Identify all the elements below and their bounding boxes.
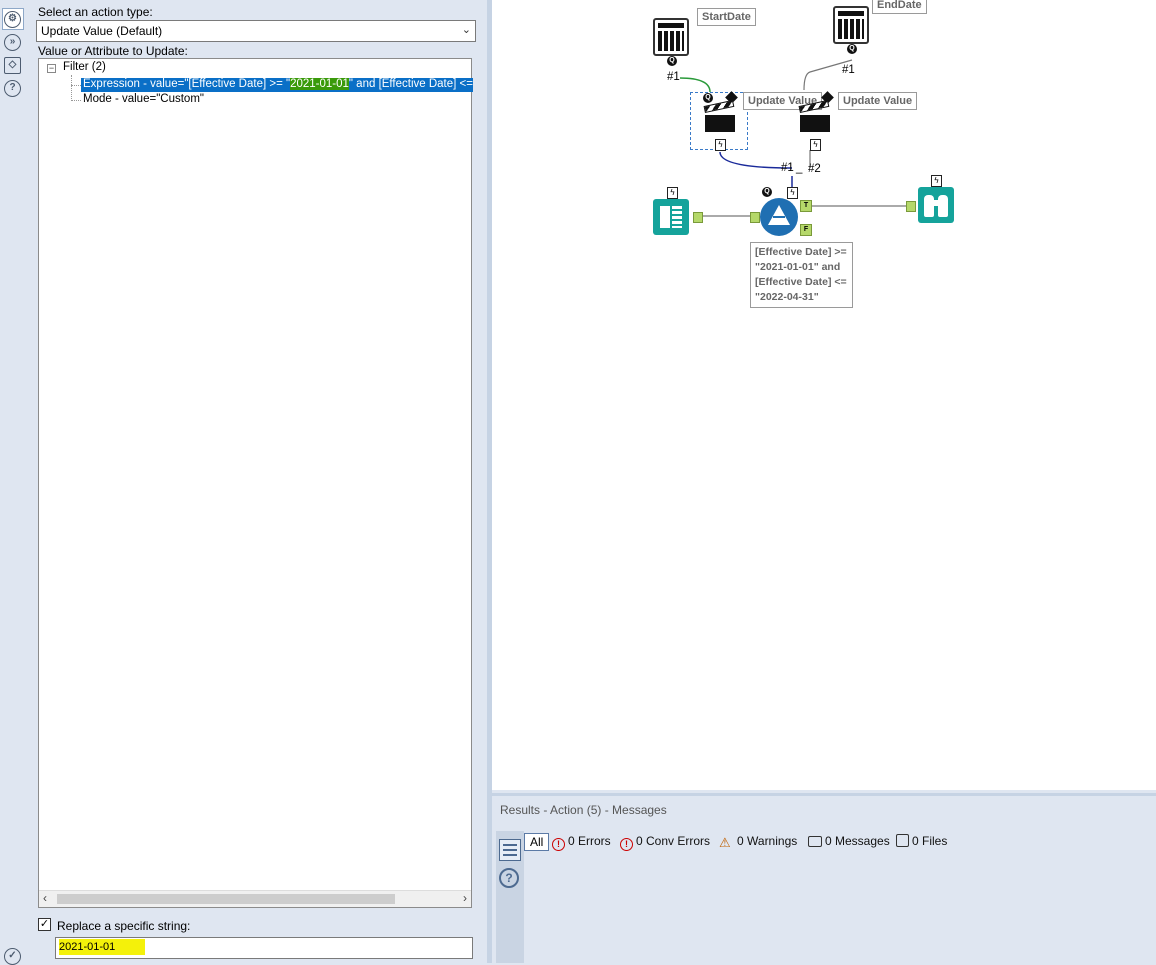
- anchor-label: #1: [667, 71, 680, 83]
- connection-icon[interactable]: »: [4, 34, 21, 51]
- collapse-icon[interactable]: −: [47, 64, 56, 73]
- anchor-separator: _: [796, 162, 802, 174]
- table-view-icon[interactable]: [499, 839, 521, 861]
- expression-highlight: 2021-01-01: [290, 78, 349, 90]
- results-sidebar: ?: [496, 831, 524, 963]
- files-count: 0 Files: [912, 834, 948, 848]
- end-date-annotation: EndDate: [872, 0, 927, 14]
- horizontal-scrollbar[interactable]: ‹ ›: [39, 890, 471, 907]
- clapperboard-icon[interactable]: [703, 99, 735, 132]
- conv-errors-filter[interactable]: ! 0 Conv Errors: [620, 834, 710, 851]
- binoculars-icon[interactable]: [918, 187, 954, 223]
- tree-node-mode[interactable]: Mode - value="Custom": [83, 93, 204, 105]
- question-anchor-icon[interactable]: Q: [667, 56, 677, 66]
- tab-all[interactable]: All: [524, 833, 550, 851]
- replace-string-input[interactable]: 2021-01-01: [55, 937, 473, 959]
- warnings-filter[interactable]: ⚠ 0 Warnings: [719, 834, 797, 850]
- messages-count: 0 Messages: [825, 834, 890, 848]
- anchor-label: #1: [781, 162, 794, 174]
- results-title: Results - Action (5) - Messages: [500, 803, 667, 817]
- errors-filter[interactable]: ! 0 Errors: [552, 834, 611, 851]
- expression-suffix: " and [Effective Date] <=: [348, 78, 473, 90]
- update-value-annotation: Update Value: [838, 92, 918, 110]
- message-icon: [808, 836, 822, 847]
- clapperboard-icon[interactable]: [798, 99, 830, 132]
- gear-icon[interactable]: ⚙: [4, 11, 21, 28]
- tree-line: [71, 85, 81, 86]
- input-data-book-icon[interactable]: [653, 199, 689, 235]
- lightning-anchor-icon[interactable]: ϟ: [787, 187, 798, 199]
- lightning-anchor-icon[interactable]: ϟ: [931, 175, 942, 187]
- tree-line: [71, 100, 81, 101]
- results-divider[interactable]: [492, 793, 1156, 796]
- replace-string-label: Replace a specific string:: [57, 919, 191, 933]
- output-anchor[interactable]: [693, 212, 703, 223]
- check-circle-icon[interactable]: ✓: [4, 948, 21, 965]
- question-anchor-icon[interactable]: Q: [762, 187, 772, 197]
- anchor-label: #1: [842, 64, 855, 76]
- conv-error-icon: !: [620, 838, 633, 851]
- files-filter[interactable]: 0 Files: [896, 834, 947, 848]
- replace-string-value: 2021-01-01: [59, 939, 146, 955]
- filter-triangle-icon[interactable]: [760, 198, 798, 236]
- tree-node-expression[interactable]: Expression - value="[Effective Date] >= …: [81, 78, 473, 92]
- question-anchor-icon[interactable]: Q: [703, 93, 713, 103]
- help-icon[interactable]: ?: [4, 80, 21, 97]
- lightning-anchor-icon[interactable]: ϟ: [667, 187, 678, 199]
- action-type-value: Update Value (Default): [41, 24, 163, 38]
- lightning-anchor-icon[interactable]: ϟ: [715, 139, 726, 151]
- scrollbar-thumb[interactable]: [57, 894, 395, 904]
- filter-annotation: [Effective Date] >= "2021-01-01" and [Ef…: [750, 242, 853, 308]
- workflow-canvas[interactable]: Q StartDate #1 Q EndDate #1 Q ϟ Update V…: [492, 0, 1156, 790]
- expression-prefix: Expression - value="[Effective Date] >= …: [83, 78, 291, 90]
- results-panel: Results - Action (5) - Messages ? All ! 0…: [492, 793, 1156, 963]
- action-type-select[interactable]: Update Value (Default) ⌄: [36, 20, 476, 42]
- error-icon: !: [552, 838, 565, 851]
- warnings-count: 0 Warnings: [737, 834, 798, 848]
- calendar-icon[interactable]: [833, 6, 869, 44]
- action-type-label: Select an action type:: [38, 5, 153, 19]
- input-anchor[interactable]: [750, 212, 760, 223]
- conv-errors-count: 0 Conv Errors: [636, 834, 711, 848]
- left-icon-rail: ⚙ » ◇ ? ✓: [0, 0, 24, 965]
- value-attribute-label: Value or Attribute to Update:: [38, 44, 188, 58]
- replace-string-checkbox[interactable]: ✓: [38, 918, 51, 931]
- warning-icon: ⚠: [719, 835, 731, 850]
- calendar-icon[interactable]: [653, 18, 689, 56]
- attribute-tree[interactable]: − Filter (2) Expression - value="[Effect…: [38, 58, 473, 908]
- help-icon[interactable]: ?: [499, 868, 519, 888]
- scroll-right-icon[interactable]: ›: [463, 891, 467, 905]
- true-anchor[interactable]: T: [800, 200, 812, 212]
- chevron-down-icon: ⌄: [461, 24, 471, 36]
- start-date-annotation: StartDate: [697, 8, 756, 26]
- save-file-icon: [896, 834, 909, 847]
- errors-count: 0 Errors: [568, 834, 611, 848]
- false-anchor[interactable]: F: [800, 224, 812, 236]
- input-anchor[interactable]: [906, 201, 916, 212]
- tree-node-filter[interactable]: Filter (2): [63, 61, 106, 73]
- anchor-label: #2: [808, 163, 821, 175]
- question-anchor-icon[interactable]: Q: [847, 44, 857, 54]
- messages-filter[interactable]: 0 Messages: [808, 834, 890, 848]
- tag-icon[interactable]: ◇: [4, 57, 21, 74]
- tree-line: [71, 75, 72, 101]
- scroll-left-icon[interactable]: ‹: [43, 891, 47, 905]
- lightning-anchor-icon[interactable]: ϟ: [810, 139, 821, 151]
